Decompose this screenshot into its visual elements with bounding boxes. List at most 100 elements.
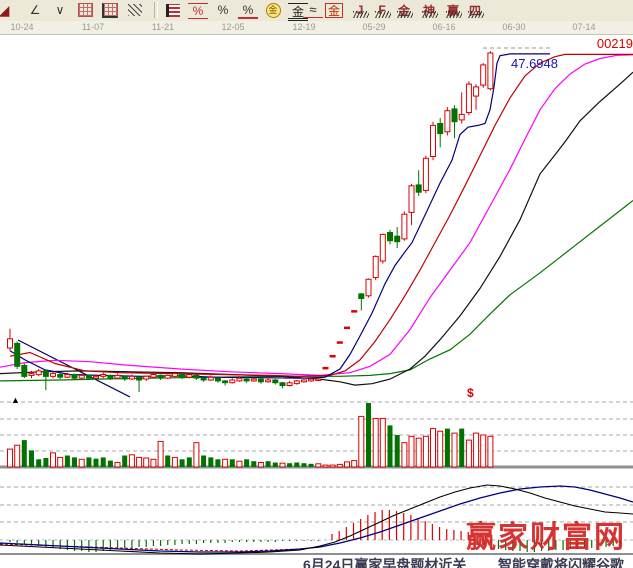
candle [481, 63, 486, 88]
f-line-tool-icon[interactable]: F [372, 1, 392, 19]
volume-bar [323, 465, 328, 467]
volume-bar [345, 462, 350, 467]
volume-bar [165, 456, 170, 468]
grid-tool-icon[interactable] [75, 1, 95, 19]
fib-percent-tool-icon[interactable]: % [188, 3, 208, 19]
x-axis-label: 06-16 [432, 22, 455, 32]
x-axis-label: 10-24 [10, 22, 33, 32]
volume-bar [122, 456, 127, 468]
volume-bar [438, 431, 443, 467]
candle [323, 367, 329, 370]
zigzag-tool-icon[interactable]: ∨ [50, 1, 70, 19]
volume-bar [302, 463, 307, 467]
percent-tool-icon[interactable]: % [213, 1, 233, 19]
candle [187, 374, 192, 379]
app-window: ◢∠∨%%%金金≈金JF金神赢四 10-2411-0711-2112-0512-… [0, 0, 633, 568]
candle [273, 379, 278, 384]
hatch-tool-icon[interactable] [125, 1, 145, 19]
news-caption-left: 6月24日赢家早盘题材近关 [303, 557, 466, 568]
candle [208, 375, 213, 380]
volume-bar [388, 425, 393, 467]
x-axis-label: 11-07 [82, 22, 104, 32]
volume-bar [287, 463, 292, 467]
volume-bar [330, 465, 335, 467]
ying-line-tool-icon[interactable]: 赢 [443, 1, 463, 19]
volume-bar [409, 436, 414, 467]
gold-underline-tool-icon[interactable]: 金 [325, 3, 343, 18]
candle [223, 380, 228, 385]
candle [380, 233, 385, 263]
candle [158, 375, 163, 380]
candle [459, 92, 464, 123]
volume-bar [244, 459, 249, 467]
shen-line-tool-icon[interactable]: 神 [419, 1, 439, 19]
volume-bar [309, 464, 314, 467]
volume-bar [474, 433, 479, 467]
candle [330, 355, 336, 358]
candle [287, 381, 292, 386]
volume-bar [208, 457, 213, 467]
candle [266, 378, 271, 383]
wave-tool-icon[interactable]: ≈ [303, 2, 323, 18]
gold-coin-tool-icon[interactable]: 金 [263, 1, 283, 19]
volume-bar [79, 459, 84, 467]
x-axis-label: 12-05 [221, 22, 244, 32]
percent-line-tool-icon[interactable]: % [238, 3, 258, 19]
volume-bar [273, 463, 278, 468]
candle [101, 373, 106, 378]
volume-bar [452, 433, 457, 467]
volume-bar [58, 457, 63, 467]
volume-bar [201, 456, 206, 468]
candle [230, 378, 235, 383]
volume-bar [488, 436, 493, 467]
volume-bar [187, 457, 192, 467]
volume-bar [94, 459, 99, 467]
volume-bar [194, 443, 199, 467]
candle [373, 255, 378, 280]
volume-bar [366, 403, 371, 467]
gold-line-tool-icon[interactable]: 金 [394, 1, 414, 19]
candle [8, 329, 13, 351]
volume-bar [43, 458, 48, 467]
volume-bar [266, 461, 271, 467]
candle [22, 364, 27, 379]
candle [258, 378, 263, 383]
candle [466, 81, 471, 115]
stock-code-label: 00219 [597, 36, 633, 51]
chart-canvas[interactable] [0, 0, 633, 568]
volume-bar [237, 461, 242, 467]
volume-bar [15, 445, 20, 467]
volume-bar [402, 443, 407, 467]
volume-bar [423, 436, 428, 467]
candle [438, 118, 443, 147]
candle [165, 375, 170, 380]
volume-bar [352, 461, 357, 467]
pane-collapse-triangle[interactable]: ▲ [11, 395, 20, 405]
volume-bar [380, 418, 385, 467]
candle [194, 375, 199, 380]
volume-profile-tool-icon[interactable] [163, 1, 183, 19]
si-line-tool-icon[interactable]: 四 [465, 1, 485, 19]
candle [344, 327, 350, 330]
toolbar: ◢∠∨%%%金金≈金JF金神赢四 [0, 0, 633, 22]
volume-bar [337, 464, 342, 467]
candle [36, 369, 41, 376]
volume-bar [144, 458, 149, 467]
x-axis-label: 12-19 [292, 22, 315, 32]
brush-icon[interactable]: ◢ [0, 1, 14, 19]
trendline-tool-icon[interactable]: ∠ [25, 1, 45, 19]
candle [409, 184, 414, 225]
x-axis-label: 11-21 [152, 22, 174, 32]
volume-bar [72, 457, 77, 467]
volume-bar [29, 450, 34, 467]
candle [15, 342, 20, 369]
volume-bar [151, 459, 156, 467]
watermark: 赢家财富网 [466, 512, 633, 556]
volume-bar [215, 459, 220, 467]
volume-bar [373, 418, 378, 467]
candle [423, 156, 428, 194]
candle [395, 227, 400, 248]
axes-grid-tool-icon[interactable] [100, 1, 120, 19]
volume-bar [36, 459, 41, 467]
j-line-tool-icon[interactable]: J [350, 1, 370, 19]
